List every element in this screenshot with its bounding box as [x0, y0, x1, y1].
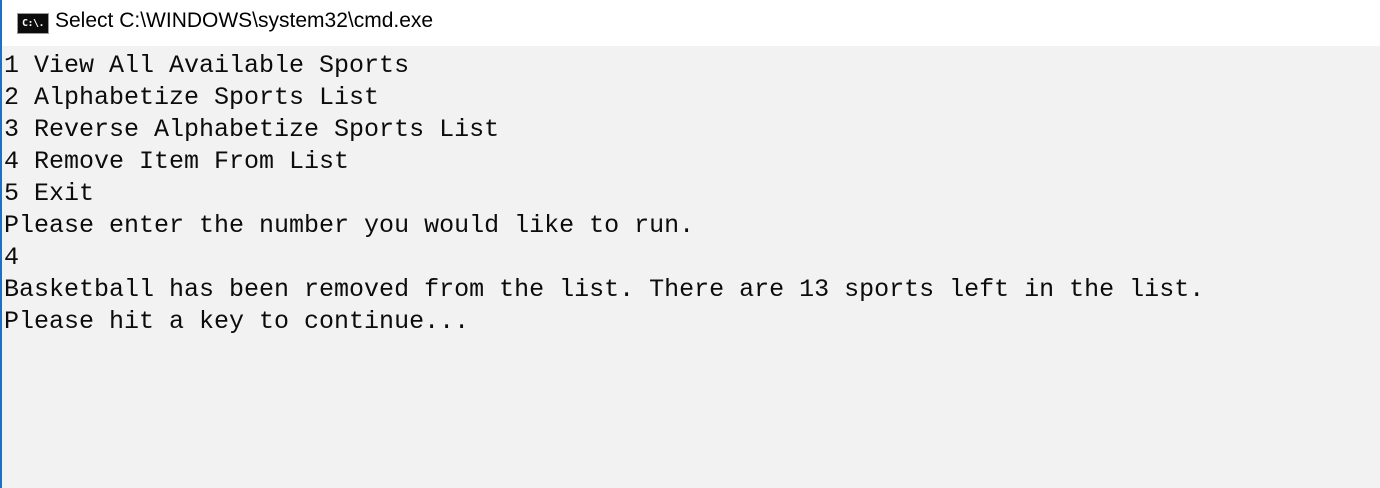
console-line-prompt: Please enter the number you would like t…: [4, 211, 695, 240]
console-output[interactable]: 1 View All Available Sports 2 Alphabetiz…: [4, 50, 1380, 488]
console-line-user-input: 4: [4, 243, 20, 272]
title-bar[interactable]: C:\. Select C:\WINDOWS\system32\cmd.exe: [2, 0, 1380, 46]
console-line-menu-3: 3 Reverse Alphabetize Sports List: [4, 115, 500, 144]
cmd-icon-glyph: C:\.: [21, 17, 45, 29]
cmd-window: C:\. Select C:\WINDOWS\system32\cmd.exe …: [0, 0, 1380, 488]
cmd-icon[interactable]: C:\.: [17, 13, 49, 34]
console-line-result: Basketball has been removed from the lis…: [4, 275, 1205, 304]
window-title: Select C:\WINDOWS\system32\cmd.exe: [55, 9, 434, 32]
console-line-menu-1: 1 View All Available Sports: [4, 51, 410, 80]
console-line-menu-4: 4 Remove Item From List: [4, 147, 350, 176]
console-line-menu-5: 5 Exit: [4, 179, 95, 208]
console-line-continue-prompt: Please hit a key to continue...: [4, 307, 470, 336]
console-line-menu-2: 2 Alphabetize Sports List: [4, 83, 380, 112]
